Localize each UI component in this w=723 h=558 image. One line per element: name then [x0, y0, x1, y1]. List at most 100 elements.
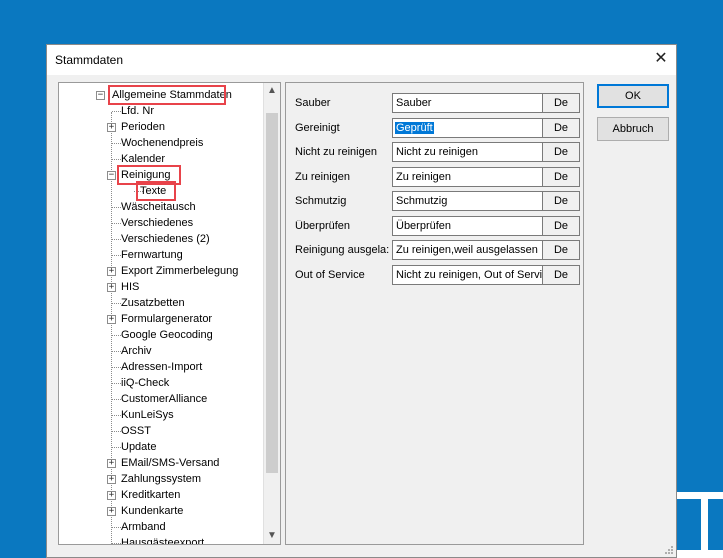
- text-input[interactable]: Zu reinigen,weil ausgelassen: [392, 240, 543, 260]
- tree-item[interactable]: iiQ-Check: [59, 376, 264, 391]
- text-input[interactable]: Schmutzig: [392, 191, 543, 211]
- text-input[interactable]: Sauber: [392, 93, 543, 113]
- expand-icon[interactable]: +: [107, 315, 116, 324]
- text-input[interactable]: Überprüfen: [392, 215, 543, 236]
- tree-item[interactable]: CustomerAlliance: [59, 392, 264, 407]
- tree-item[interactable]: + Perioden: [59, 120, 264, 135]
- tree-connector: [112, 527, 121, 528]
- language-de-button[interactable]: De: [542, 264, 580, 285]
- collapse-icon[interactable]: −: [96, 91, 105, 100]
- tree-item[interactable]: Adressen-Import: [59, 360, 264, 375]
- tree-connector: [112, 239, 121, 240]
- navigation-tree[interactable]: ▲ ▼ − Allgemeine Stammdaten Lfd. Nr + Period…: [58, 82, 281, 545]
- title-bar: Stammdaten ✕: [47, 45, 676, 75]
- tree-item-label: Kundenkarte: [121, 505, 184, 517]
- tree-item[interactable]: Fernwartung: [59, 248, 264, 263]
- text-input-value: Nicht zu reinigen, Out of Servic: [396, 268, 543, 281]
- scroll-up-icon[interactable]: ▲: [264, 83, 280, 99]
- tree-connector: [112, 335, 121, 336]
- text-input[interactable]: Nicht zu reinigen, Out of Servic: [392, 264, 543, 285]
- language-de-button[interactable]: De: [542, 240, 580, 260]
- tree-item[interactable]: + Formulargenerator: [59, 312, 264, 327]
- tree-item-label: Lfd. Nr: [121, 105, 155, 117]
- language-de-button[interactable]: De: [542, 93, 580, 113]
- tree-item[interactable]: Verschiedenes: [59, 216, 264, 231]
- tree-connector: [112, 543, 121, 544]
- tree-item[interactable]: + Kreditkarten: [59, 488, 264, 503]
- tree-item[interactable]: + Export Zimmerbelegung: [59, 264, 264, 279]
- ok-button[interactable]: OK: [597, 84, 669, 108]
- tree-item[interactable]: Armband: [59, 520, 264, 535]
- tree-item-label: Hausgästeexport: [121, 537, 205, 545]
- tree-item-label: KunLeiSys: [121, 409, 174, 421]
- expand-icon[interactable]: +: [107, 459, 116, 468]
- tree-connector: [112, 415, 121, 416]
- text-input[interactable]: Zu reinigen: [392, 166, 543, 187]
- tree-item[interactable]: + Zahlungssystem: [59, 472, 264, 487]
- tree-item[interactable]: Wochenendpreis: [59, 136, 264, 151]
- tree-item[interactable]: Hausgästeexport: [59, 536, 264, 545]
- scroll-down-icon[interactable]: ▼: [264, 528, 280, 544]
- text-field-row: Nicht zu reinigen Nicht zu reinigen De: [286, 140, 583, 162]
- language-de-button[interactable]: De: [542, 117, 580, 138]
- tree-item-label: Update: [121, 441, 157, 453]
- tree-item-label: Adressen-Import: [121, 361, 203, 373]
- tree-item[interactable]: Lfd. Nr: [59, 104, 264, 119]
- resize-grip-icon[interactable]: [664, 545, 674, 555]
- tree-item[interactable]: Wäscheitausch: [59, 200, 264, 215]
- language-de-button[interactable]: De: [542, 142, 580, 162]
- tree-connector: [112, 447, 121, 448]
- expand-icon[interactable]: +: [107, 475, 116, 484]
- highlight-box: [108, 85, 226, 105]
- scrollbar-thumb[interactable]: [266, 113, 278, 473]
- tree-item[interactable]: Verschiedenes (2): [59, 232, 264, 247]
- tree-item-label: Verschiedenes: [121, 217, 194, 229]
- text-input[interactable]: Geprüft: [392, 117, 543, 138]
- tree-item-label: OSST: [121, 425, 151, 437]
- tree-item-label: CustomerAlliance: [121, 393, 208, 405]
- tree-item[interactable]: Archiv: [59, 344, 264, 359]
- close-icon[interactable]: ✕: [652, 50, 670, 68]
- field-label: Zu reinigen: [295, 170, 351, 183]
- language-de-button[interactable]: De: [542, 166, 580, 187]
- tree-item-label: iiQ-Check: [121, 377, 170, 389]
- tree-item[interactable]: OSST: [59, 424, 264, 439]
- tree-item[interactable]: + EMail/SMS-Versand: [59, 456, 264, 471]
- text-field-row: Schmutzig Schmutzig De: [286, 189, 583, 211]
- expand-icon[interactable]: +: [107, 491, 116, 500]
- tree-item-label: Perioden: [121, 121, 166, 133]
- expand-icon[interactable]: +: [107, 283, 116, 292]
- text-input[interactable]: Nicht zu reinigen: [392, 142, 543, 162]
- tree-item[interactable]: Update: [59, 440, 264, 455]
- tree-connector: [112, 255, 121, 256]
- tree-item-label: Kreditkarten: [121, 489, 181, 501]
- tree-item[interactable]: + HIS: [59, 280, 264, 295]
- expand-icon[interactable]: +: [107, 123, 116, 132]
- expand-icon[interactable]: +: [107, 507, 116, 516]
- field-label: Reinigung ausgela:: [295, 244, 390, 256]
- field-label: Sauber: [295, 97, 331, 109]
- tree-item[interactable]: Zusatzbetten: [59, 296, 264, 311]
- tree-item[interactable]: + Kundenkarte: [59, 504, 264, 519]
- language-de-button[interactable]: De: [542, 215, 580, 236]
- stammdaten-dialog: Stammdaten ✕ ▲ ▼ − Allgemeine Stammdaten L…: [46, 44, 677, 558]
- tree-item[interactable]: Google Geocoding: [59, 328, 264, 343]
- language-de-button[interactable]: De: [542, 191, 580, 211]
- tree-scrollbar[interactable]: ▲ ▼: [263, 83, 280, 544]
- highlight-box: [136, 181, 176, 201]
- tree-item-label: EMail/SMS-Versand: [121, 457, 220, 469]
- tree-item[interactable]: KunLeiSys: [59, 408, 264, 423]
- collapse-icon[interactable]: −: [107, 171, 116, 180]
- tree-item-label: Wochenendpreis: [121, 137, 204, 149]
- expand-icon[interactable]: +: [107, 267, 116, 276]
- tree-connector: [112, 399, 121, 400]
- tree-item-label: HIS: [121, 281, 140, 293]
- tree-item-label: Armband: [121, 521, 166, 533]
- tree-connector: [112, 223, 121, 224]
- text-field-row: Überprüfen Überprüfen De: [286, 214, 583, 236]
- tree-item-label: Archiv: [121, 345, 152, 357]
- cancel-button[interactable]: Abbruch: [597, 117, 669, 141]
- tree-item-label: Formulargenerator: [121, 313, 213, 325]
- text-field-row: Zu reinigen Zu reinigen De: [286, 165, 583, 187]
- tree-connector: [112, 303, 121, 304]
